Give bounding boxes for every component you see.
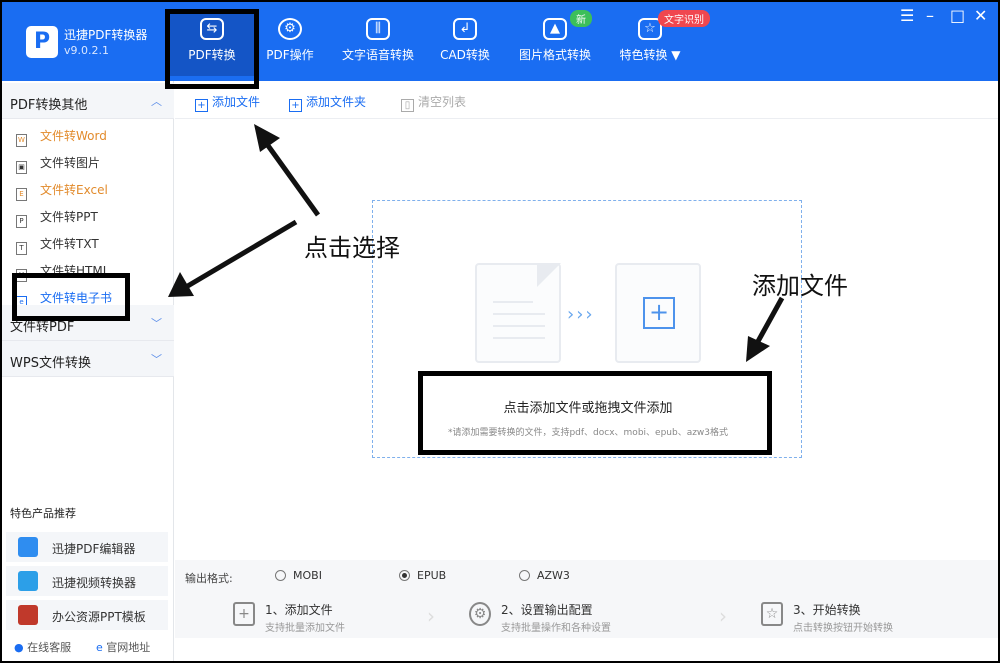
tab-cad-convert[interactable]: ↲ CAD转换: [432, 10, 498, 76]
minimize-icon[interactable]: –: [926, 8, 934, 24]
steps-guide: + 1、添加文件 支持批量添加文件 › ⚙ 2、设置输出配置 支持批量操作和各种…: [175, 592, 998, 638]
chevron-right-icon: ›: [719, 604, 727, 628]
app-version: v9.0.2.1: [64, 44, 109, 57]
add-file-icon: +: [195, 99, 208, 112]
drop-hint[interactable]: 点击添加文件或拖拽文件添加: [373, 397, 803, 416]
image-icon: ▲: [543, 18, 567, 40]
clear-list-button[interactable]: ▯ 清空列表: [401, 93, 466, 112]
globe-icon: e: [96, 641, 103, 654]
radio-circle: [275, 570, 286, 581]
convert-icon: ⇆: [200, 18, 224, 40]
add-file-button[interactable]: + 添加文件: [195, 93, 260, 112]
tab-pdf-convert[interactable]: ⇆ PDF转换: [168, 10, 256, 76]
annotation-click-select: 点击选择: [304, 234, 400, 262]
output-format-label: 输出格式:: [185, 572, 233, 585]
output-format-bar: 输出格式: MOBI EPUB AZW3: [175, 560, 998, 592]
supported-formats-hint: *请添加需要转换的文件，支持pdf、docx、mobi、epub、azw3格式: [447, 428, 729, 438]
group-label: 文件转PDF: [10, 320, 75, 335]
radio-mobi[interactable]: MOBI: [275, 569, 322, 582]
sidebar-group-pdf-to-other[interactable]: PDF转换其他 ︿: [2, 83, 174, 119]
document-icon: [475, 263, 561, 363]
sidebar-item-image[interactable]: ▣ 文件转图片: [16, 154, 100, 174]
sidebar-item-html[interactable]: H 文件转HTML: [16, 262, 109, 282]
sidebar-item-ppt[interactable]: P 文件转PPT: [16, 208, 98, 228]
website-link[interactable]: e 官网地址: [96, 639, 150, 655]
plus-icon: +: [643, 297, 675, 329]
ppt-file-icon: P: [16, 215, 27, 228]
add-folder-button[interactable]: + 添加文件夹: [289, 93, 366, 112]
audio-wave-icon: ⫼: [366, 18, 390, 40]
trash-icon: ▯: [401, 99, 414, 112]
arrow-right-icon: ›››: [567, 304, 595, 325]
word-file-icon: W: [16, 134, 27, 147]
online-service-link[interactable]: ● 在线客服: [14, 639, 71, 655]
add-file-icon: +: [233, 602, 255, 626]
product-video-converter[interactable]: 迅捷视频转换器: [6, 566, 168, 596]
tab-text-voice[interactable]: ⫼ 文字语音转换: [332, 10, 424, 76]
tab-label: 特色转换 ▼: [619, 48, 681, 62]
maximize-icon[interactable]: □: [950, 8, 965, 24]
tab-label: 文字语音转换: [341, 48, 414, 62]
group-label: PDF转换其他: [10, 98, 88, 113]
txt-file-icon: T: [16, 242, 27, 255]
gear-icon: ⚙: [469, 602, 491, 626]
tab-label: CAD转换: [440, 48, 490, 62]
sidebar-group-file-to-pdf[interactable]: 文件转PDF ﹀: [2, 305, 174, 341]
excel-file-icon: E: [16, 188, 27, 201]
featured-title: 特色产品推荐: [10, 507, 76, 520]
cad-icon: ↲: [453, 18, 477, 40]
ocr-badge: 文字识别: [658, 10, 710, 27]
video-converter-icon: [18, 571, 38, 591]
top-navbar: P 迅捷PDF转换器 v9.0.2.1 ⇆ PDF转换 ⚙ PDF操作 ⫼ 文字…: [2, 2, 998, 81]
ppt-template-icon: [18, 605, 38, 625]
tab-label: 图片格式转换: [518, 48, 591, 62]
chevron-down-icon: ▼: [671, 48, 681, 62]
new-badge: 新: [570, 10, 592, 27]
radio-circle: [519, 570, 530, 581]
tab-label: PDF转换: [188, 48, 236, 62]
toolbar: + 添加文件 + 添加文件夹 ▯ 清空列表: [175, 81, 998, 119]
sidebar-item-txt[interactable]: T 文件转TXT: [16, 235, 99, 255]
pdf-editor-icon: [18, 537, 38, 557]
group-label: WPS文件转换: [10, 356, 91, 371]
chevron-up-icon: ︿: [151, 95, 162, 108]
app-logo: P: [26, 26, 58, 58]
app-window: P 迅捷PDF转换器 v9.0.2.1 ⇆ PDF转换 ⚙ PDF操作 ⫼ 文字…: [2, 2, 998, 661]
menu-icon[interactable]: ☰: [900, 8, 914, 24]
tab-label: PDF操作: [266, 48, 314, 62]
settings-icon: ⚙: [278, 18, 302, 40]
radio-epub[interactable]: EPUB: [399, 569, 446, 582]
tab-pdf-operations[interactable]: ⚙ PDF操作: [256, 10, 324, 76]
radio-azw3[interactable]: AZW3: [519, 569, 570, 582]
annotation-add-file: 添加文件: [752, 272, 848, 300]
chevron-down-icon: ﹀: [151, 317, 162, 330]
html-file-icon: H: [16, 269, 27, 282]
app-name: 迅捷PDF转换器: [64, 28, 148, 42]
sidebar-group-wps[interactable]: WPS文件转换 ﹀: [2, 341, 174, 377]
sidebar-item-excel[interactable]: E 文件转Excel: [16, 181, 108, 201]
sidebar-item-word[interactable]: W 文件转Word: [16, 127, 107, 147]
radio-circle-selected: [399, 570, 410, 581]
headset-icon: ●: [14, 641, 24, 654]
file-drop-zone[interactable]: ››› + 点击添加文件或拖拽文件添加 *请添加需要转换的文件，支持pdf、do…: [372, 200, 802, 458]
add-file-box[interactable]: +: [615, 263, 701, 363]
close-icon[interactable]: ✕: [974, 8, 987, 24]
image-file-icon: ▣: [16, 161, 27, 174]
product-ppt-templates[interactable]: 办公资源PPT模板: [6, 600, 168, 630]
chevron-right-icon: ›: [427, 604, 435, 628]
add-folder-icon: +: [289, 99, 302, 112]
convert-star-icon: ☆: [761, 602, 783, 626]
sidebar: PDF转换其他 ︿ W 文件转Word ▣ 文件转图片 E 文件转Excel P 文件转…: [2, 81, 174, 661]
chevron-down-icon: ﹀: [151, 353, 162, 366]
product-pdf-editor[interactable]: 迅捷PDF编辑器: [6, 532, 168, 562]
